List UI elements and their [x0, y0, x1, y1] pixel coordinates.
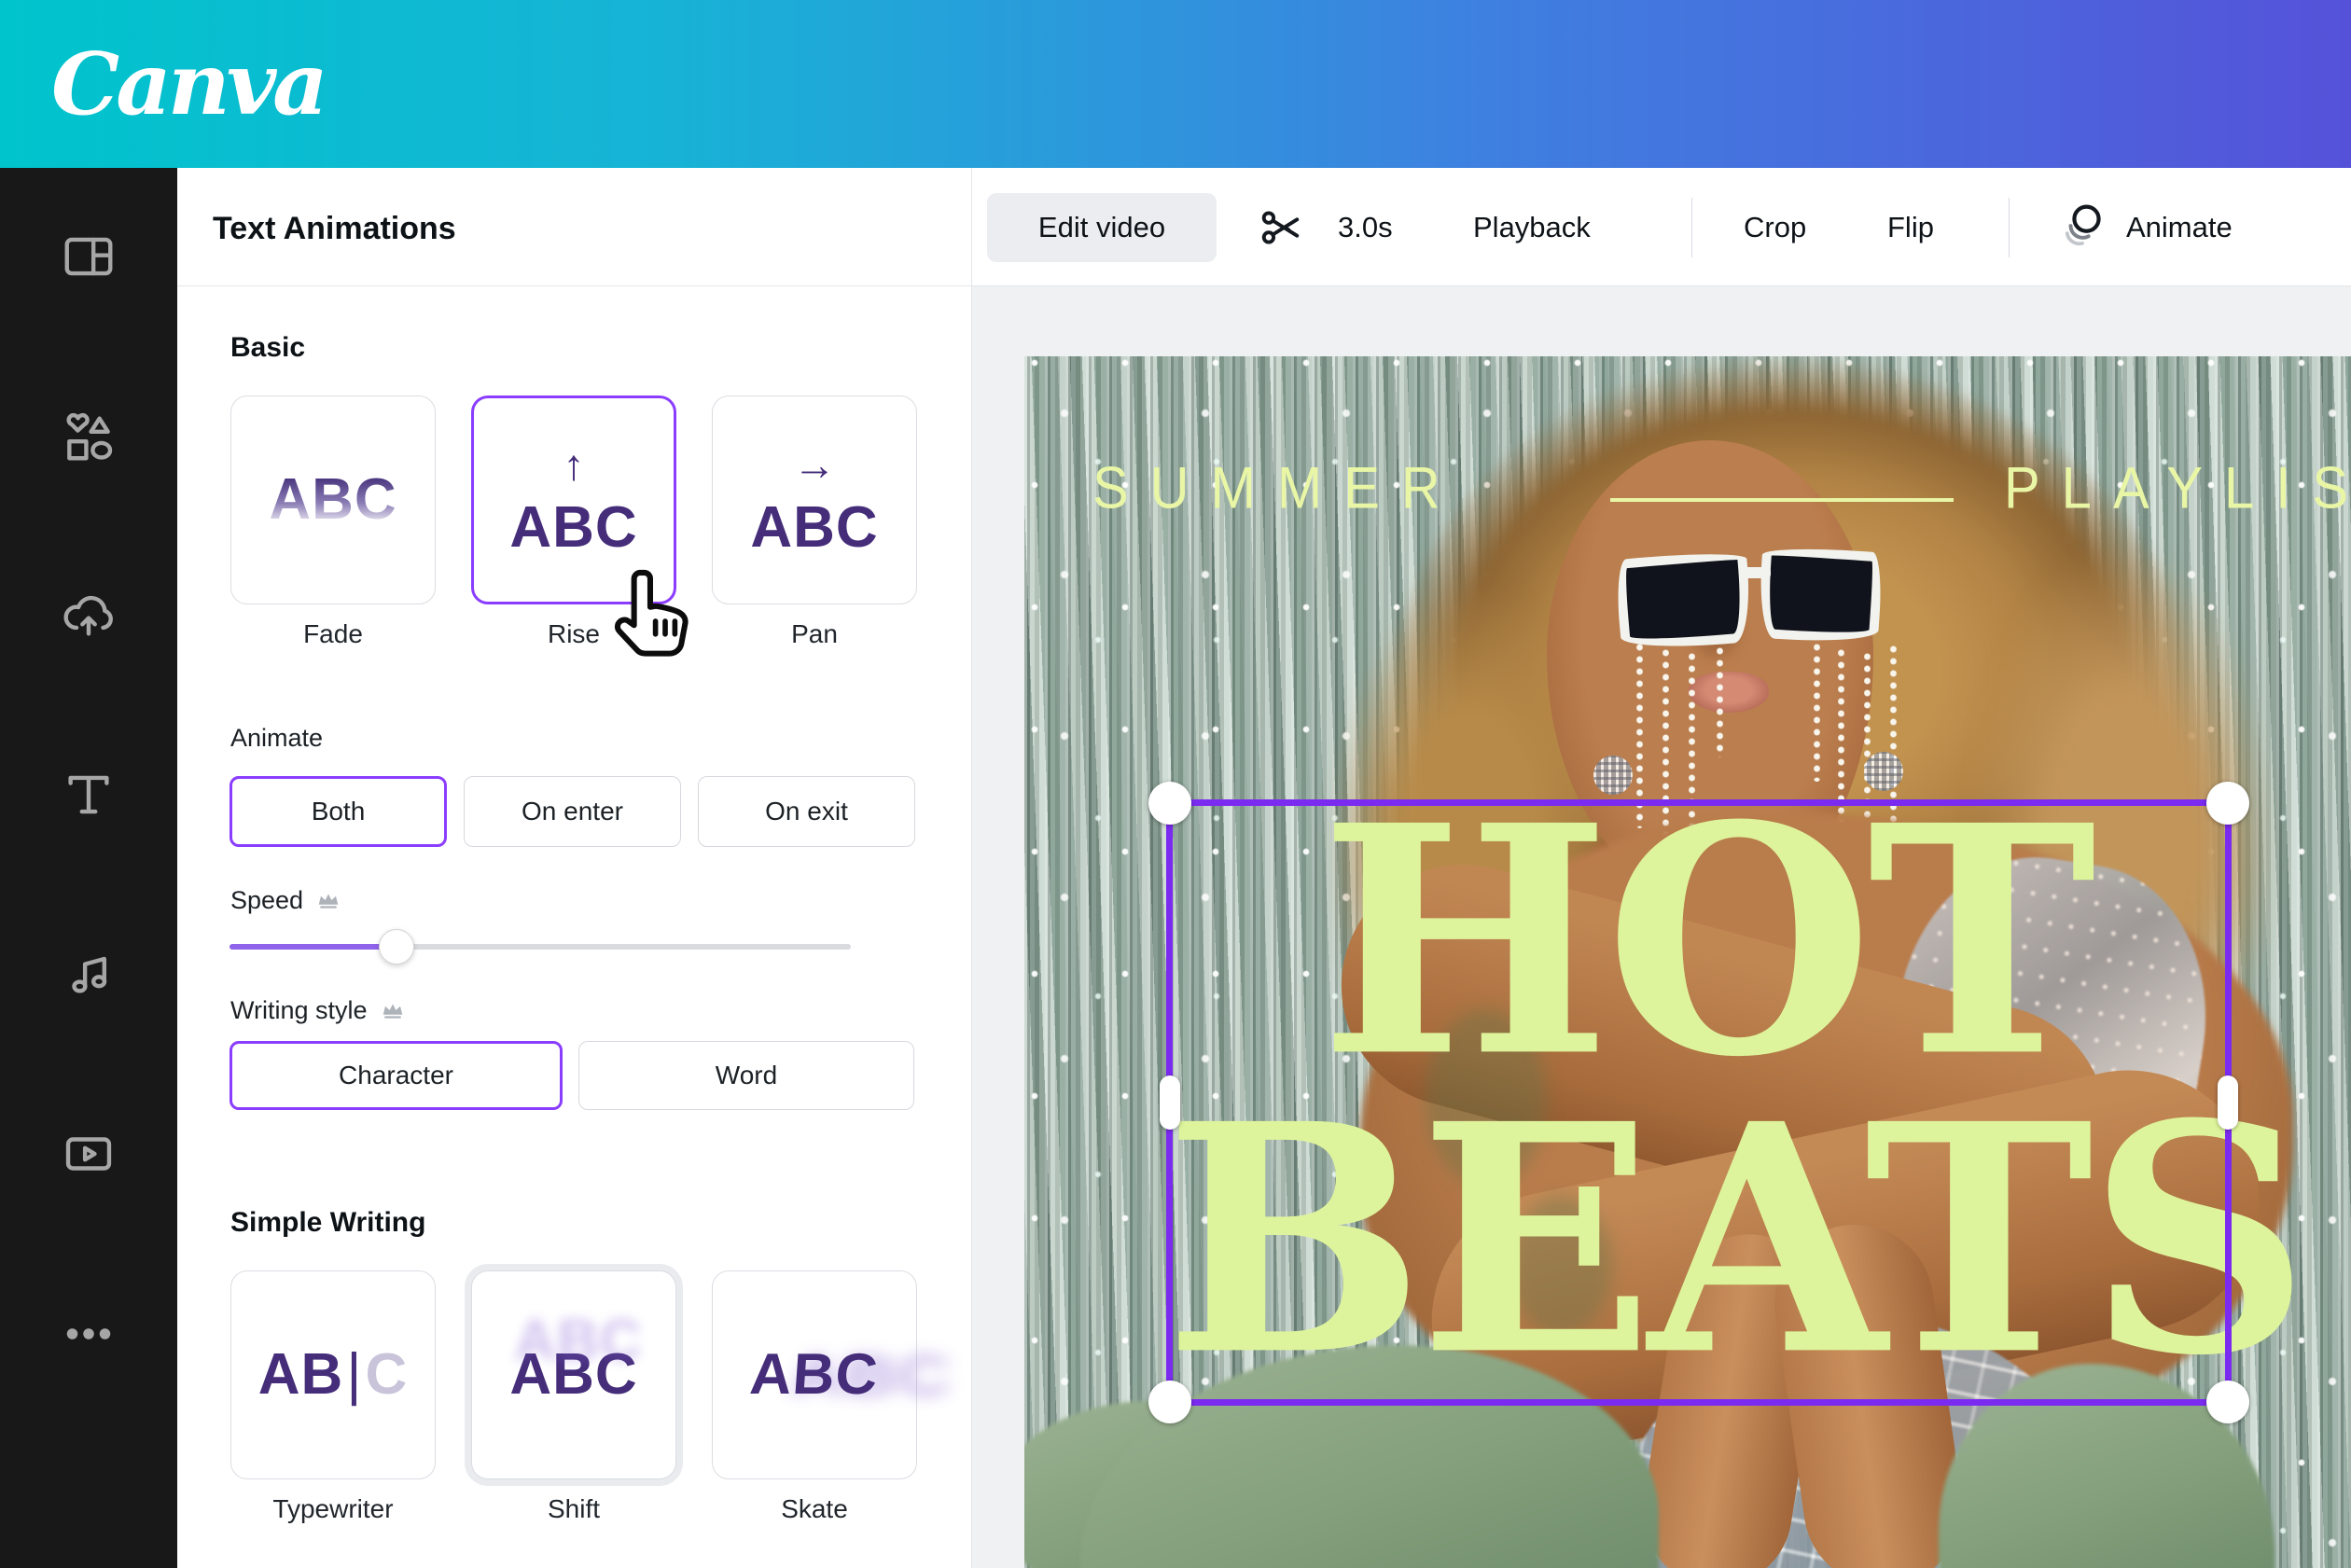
- photo-lips: [1689, 672, 1769, 713]
- audio-icon: [60, 945, 118, 1003]
- scissors-icon: [1258, 203, 1306, 252]
- toolbar-divider: [2009, 198, 2010, 257]
- overlay-title-summer[interactable]: SUMMER: [1092, 454, 1462, 521]
- pro-crown-icon: [381, 999, 405, 1023]
- toolbar-divider: [1691, 198, 1692, 257]
- hand-cursor-icon: [605, 560, 702, 670]
- skate-preview-main: ABC: [748, 1346, 881, 1404]
- panel-divider: [177, 285, 971, 286]
- animate-button-icon[interactable]: [2057, 168, 2109, 286]
- selection-handle-top-left[interactable]: [1148, 782, 1191, 825]
- tile-label-shift: Shift: [471, 1494, 676, 1524]
- animate-option-on-exit[interactable]: On exit: [698, 776, 915, 847]
- selection-box[interactable]: [1166, 799, 2232, 1406]
- playback-button[interactable]: Playback: [1473, 168, 1591, 286]
- animation-tile-pan[interactable]: → ABC: [712, 395, 917, 604]
- speed-slider-fill: [230, 944, 395, 950]
- speed-slider-thumb[interactable]: [379, 929, 414, 964]
- typewriter-preview: AB|C: [258, 1346, 408, 1404]
- flip-button[interactable]: Flip: [1887, 168, 1934, 286]
- writing-style-word[interactable]: Word: [578, 1041, 914, 1110]
- pan-preview: ABC: [750, 499, 878, 557]
- selection-handle-bottom-left[interactable]: [1148, 1381, 1191, 1423]
- sidebar-item-uploads[interactable]: [0, 546, 177, 686]
- sidebar-item-videos[interactable]: [0, 1084, 177, 1224]
- typewriter-pending: C: [365, 1342, 408, 1407]
- sidebar: [0, 168, 177, 1568]
- selection-handle-middle-right[interactable]: [2218, 1075, 2238, 1130]
- selection-handle-bottom-right[interactable]: [2206, 1381, 2249, 1423]
- canva-logo[interactable]: Canva: [51, 17, 325, 151]
- uploads-icon: [60, 587, 118, 645]
- animate-label: Animate: [230, 724, 323, 753]
- photo-sunglasses-left-lens: [1614, 548, 1754, 653]
- photo-sunglasses-right-lens: [1757, 545, 1885, 646]
- basic-heading: Basic: [230, 332, 305, 364]
- animation-tile-shift[interactable]: ABC ABC: [471, 1270, 676, 1479]
- pro-crown-icon: [316, 889, 341, 913]
- writing-style-label-text: Writing style: [230, 996, 368, 1025]
- videos-icon: [60, 1125, 118, 1183]
- crop-button[interactable]: Crop: [1744, 168, 1806, 286]
- shift-preview-echo: ABC: [514, 1312, 642, 1370]
- photo-pearl-strand: [1717, 645, 1723, 757]
- speed-label: Speed: [230, 886, 341, 915]
- app-header: Canva: [0, 0, 2351, 168]
- writing-style-character[interactable]: Character: [230, 1041, 563, 1110]
- photo-sunglasses-bridge: [1739, 567, 1771, 578]
- animation-tile-skate[interactable]: ABC ABC: [712, 1270, 917, 1479]
- elements-icon: [60, 408, 118, 465]
- animate-button-label[interactable]: Animate: [2126, 168, 2233, 286]
- edit-video-button[interactable]: Edit video: [987, 193, 1217, 262]
- canva-editor: Canva Text Animations Basic ABC: [0, 0, 2351, 1568]
- sidebar-item-audio[interactable]: [0, 904, 177, 1044]
- sidebar-item-text[interactable]: [0, 725, 177, 865]
- rise-arrow-icon: ↑: [563, 443, 585, 486]
- typewriter-cursor: |: [346, 1342, 362, 1407]
- duration-value[interactable]: 3.0s: [1338, 168, 1393, 286]
- sidebar-item-elements[interactable]: [0, 367, 177, 506]
- overlay-title-dash: [1610, 498, 1954, 502]
- selection-handle-middle-left[interactable]: [1160, 1075, 1180, 1130]
- sidebar-item-design[interactable]: [0, 187, 177, 326]
- rise-preview: ABC: [509, 499, 637, 557]
- animation-tile-fade[interactable]: ABC: [230, 395, 436, 604]
- pan-arrow-icon: →: [793, 443, 836, 486]
- animate-icon: [2057, 201, 2109, 254]
- speed-label-text: Speed: [230, 886, 303, 915]
- text-animations-panel: Text Animations Basic ABC ↑ ABC → ABC Fa…: [177, 168, 972, 1568]
- text-icon: [60, 766, 118, 824]
- sidebar-item-more[interactable]: [0, 1264, 177, 1404]
- editor-toolbar: Edit video 3.0s Playback Crop Flip Anima…: [972, 168, 2351, 286]
- shift-preview: ABC ABC: [509, 1346, 637, 1404]
- panel-title: Text Animations: [213, 211, 456, 247]
- canvas-area: SUMMER PLAYLIST HOT BEATS: [972, 286, 2351, 1568]
- simple-writing-heading: Simple Writing: [230, 1207, 425, 1239]
- animation-tile-typewriter[interactable]: AB|C: [230, 1270, 436, 1479]
- animate-option-on-enter[interactable]: On enter: [464, 776, 681, 847]
- typewriter-typed: AB: [258, 1342, 344, 1407]
- tile-label-skate: Skate: [712, 1494, 917, 1524]
- tile-label-fade: Fade: [230, 619, 436, 649]
- trim-button[interactable]: [1258, 168, 1306, 286]
- more-icon: [56, 1305, 121, 1363]
- overlay-title-playlist[interactable]: PLAYLIST: [2004, 454, 2351, 521]
- speed-slider[interactable]: [230, 944, 851, 950]
- tile-label-pan: Pan: [712, 619, 917, 649]
- fade-preview: ABC: [269, 471, 396, 529]
- design-grid-icon: [60, 228, 118, 285]
- tile-label-typewriter: Typewriter: [230, 1494, 436, 1524]
- skate-preview: ABC ABC: [750, 1346, 878, 1404]
- animate-option-both[interactable]: Both: [230, 776, 447, 847]
- selection-handle-top-right[interactable]: [2206, 782, 2249, 825]
- writing-style-label: Writing style: [230, 996, 405, 1025]
